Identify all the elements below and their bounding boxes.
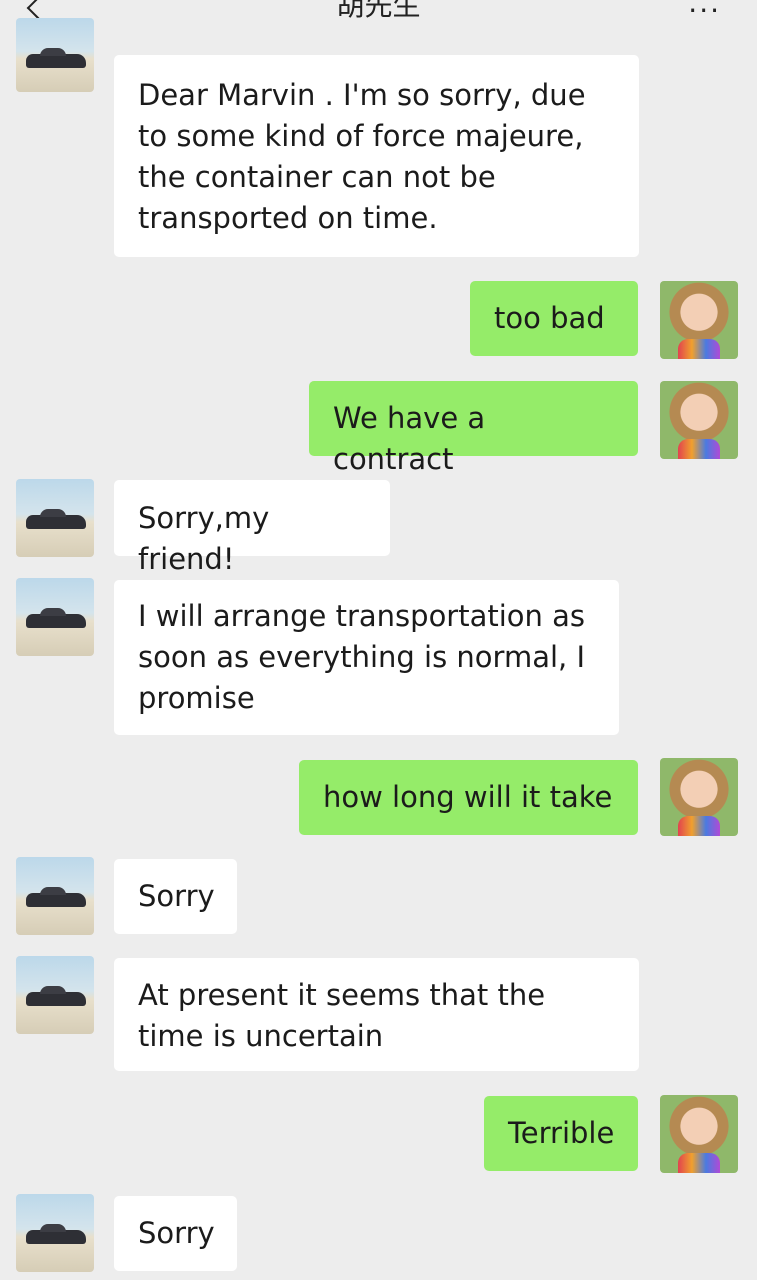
message-bubble-outgoing[interactable]: We have a contract: [309, 381, 638, 476]
message-bubble-incoming[interactable]: At present it seems that the time is unc…: [114, 958, 639, 1071]
page-title: 胡先生: [336, 0, 421, 22]
message-bubble-incoming[interactable]: Dear Marvin . I'm so sorry, due to some …: [114, 55, 639, 257]
chat-header: 胡先生 ···: [0, 0, 757, 40]
message-bubble-incoming[interactable]: Sorry: [114, 859, 237, 934]
contact-avatar[interactable]: [16, 479, 94, 557]
car-icon: [26, 986, 86, 1006]
contact-avatar[interactable]: [16, 956, 94, 1034]
chat-screen: 胡先生 ··· Dear Marvin . I'm so sorry, due …: [0, 0, 757, 1280]
message-bubble-incoming[interactable]: Sorry: [114, 1196, 237, 1271]
girl-avatar-icon: [678, 1153, 720, 1173]
girl-avatar-icon: [678, 439, 720, 459]
contact-avatar[interactable]: [16, 578, 94, 656]
self-avatar[interactable]: [660, 381, 738, 459]
car-icon: [26, 48, 86, 68]
car-icon: [26, 608, 86, 628]
self-avatar[interactable]: [660, 281, 738, 359]
more-options-button[interactable]: ···: [688, 0, 721, 27]
self-avatar[interactable]: [660, 758, 738, 836]
self-avatar[interactable]: [660, 1095, 738, 1173]
message-bubble-outgoing[interactable]: Terrible: [484, 1096, 638, 1171]
message-bubble-incoming[interactable]: Sorry,my friend!: [114, 480, 390, 576]
girl-avatar-icon: [678, 339, 720, 359]
message-bubble-outgoing[interactable]: how long will it take: [299, 760, 638, 835]
car-icon: [26, 887, 86, 907]
car-icon: [26, 509, 86, 529]
message-bubble-incoming[interactable]: I will arrange transportation as soon as…: [114, 580, 619, 735]
contact-avatar[interactable]: [16, 1194, 94, 1272]
contact-avatar[interactable]: [16, 18, 94, 92]
contact-avatar[interactable]: [16, 857, 94, 935]
message-bubble-outgoing[interactable]: too bad: [470, 281, 638, 356]
girl-avatar-icon: [678, 816, 720, 836]
car-icon: [26, 1224, 86, 1244]
